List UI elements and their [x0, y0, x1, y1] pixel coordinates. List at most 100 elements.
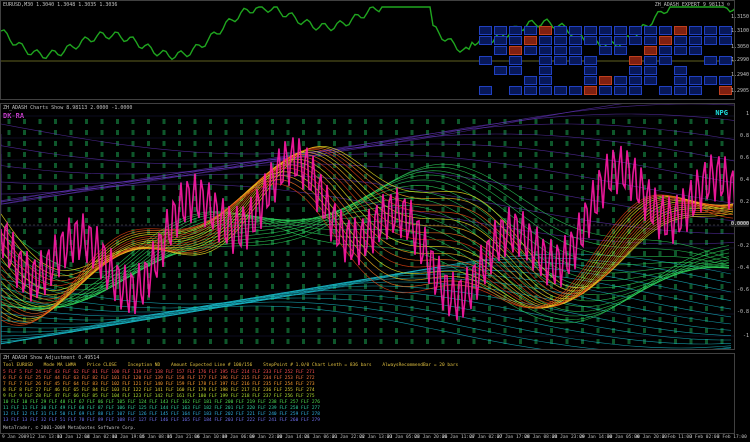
signal-cell [689, 46, 702, 55]
price-axis-label: 1.3050 [731, 44, 749, 50]
signal-cell [644, 26, 657, 35]
table-row: 12 FLF 12 FLF 31 FLF 50 FLF 69 FLF 88 FL… [3, 412, 320, 417]
signal-cell [524, 26, 537, 35]
signal-cell [569, 86, 582, 95]
signal-cell [569, 36, 582, 45]
signal-cell [599, 36, 612, 45]
signal-cell [599, 46, 612, 55]
header-tool: Tool EURUSD [3, 363, 33, 368]
signal-cell [644, 66, 657, 75]
signal-cell [629, 26, 642, 35]
signal-cell [644, 56, 657, 65]
indicator-pane[interactable]: ZH_ADASH Charts Show 8.98113 2.0000 -1.0… [0, 103, 735, 350]
indicator-axis-label: -1 [743, 333, 749, 339]
signal-cell [524, 46, 537, 55]
header-recommend: AlwaysRecommendBar = 20 bars [382, 363, 458, 368]
signal-cell [539, 76, 552, 85]
purple-wave [1, 144, 735, 201]
header-steppoint: StepPoint # 1.0/0 Chart Lenth = 836 bars [263, 363, 371, 368]
indicator-axis-label: 0.6 [740, 155, 749, 161]
signal-cell [614, 46, 627, 55]
signal-cell [659, 36, 672, 45]
signal-cell [479, 86, 492, 95]
signal-cell [509, 26, 522, 35]
adjustment-title: ZH_ADASH Show Adjustment 0.49514 [3, 355, 99, 361]
time-axis-label: 3 Feb 17:00 [717, 435, 747, 440]
expert-signal-grid [479, 26, 735, 100]
indicator-axis-label: 0.4 [740, 177, 749, 183]
signal-cell [614, 36, 627, 45]
price-chart-pane[interactable]: EURUSD,M30 1.3040 1.3048 1.3035 1.3036 Z… [0, 0, 735, 100]
signal-cell [524, 76, 537, 85]
header-price: Price CLOSE [87, 363, 117, 368]
signal-cell [509, 66, 522, 75]
signal-cell [539, 46, 552, 55]
signal-cell [494, 26, 507, 35]
signal-cell [554, 86, 567, 95]
signal-cell [659, 46, 672, 55]
signal-cell [674, 36, 687, 45]
signal-cell [704, 76, 717, 85]
signal-cell [689, 86, 702, 95]
time-axis-label: 9 Jan 2009 [2, 435, 29, 440]
signal-cell [539, 66, 552, 75]
table-row: 7 FLF 7 FLF 26 FLF 45 FLF 64 FLF 83 FLF … [3, 382, 315, 387]
signal-cell [509, 56, 522, 65]
signal-cell [584, 76, 597, 85]
signal-cell [614, 86, 627, 95]
signal-cell [614, 26, 627, 35]
signal-cell [479, 26, 492, 35]
signal-cell [509, 86, 522, 95]
table-row: 5 FLF 5 FLF 24 FLF 43 FLF 62 FLF 81 FLF … [3, 370, 315, 375]
signal-cell [674, 26, 687, 35]
copyright-footer: MetaTrader, © 2001-2009 MetaQuotes Softw… [3, 426, 136, 431]
table-row: 9 FLF 9 FLF 28 FLF 47 FLF 66 FLF 85 FLF … [3, 394, 315, 399]
table-row: 13 FLF 13 FLF 32 FLF 51 FLF 70 FLF 89 FL… [3, 418, 320, 423]
indicator-axis-label: -0.6 [737, 287, 749, 293]
signal-cell [584, 26, 597, 35]
indicator-waves [1, 104, 735, 350]
signal-cell [569, 26, 582, 35]
signal-cell [584, 66, 597, 75]
signal-cell [524, 36, 537, 45]
signal-cell [644, 46, 657, 55]
price-axis-label: 1.3100 [731, 28, 749, 34]
signal-cell [494, 66, 507, 75]
table-row: 10 FLF 10 FLF 29 FLF 48 FLF 67 FLF 86 FL… [3, 400, 320, 405]
signal-cell [659, 86, 672, 95]
signal-cell [584, 36, 597, 45]
purple-wave [1, 104, 735, 164]
signal-cell [494, 46, 507, 55]
signal-cell [659, 56, 672, 65]
price-axis-label: 1.2940 [731, 72, 749, 78]
signal-cell [539, 36, 552, 45]
signal-cell [554, 46, 567, 55]
signal-cell [659, 26, 672, 35]
signal-cell [599, 76, 612, 85]
signal-cell [674, 46, 687, 55]
time-axis-label: 2 Feb 11:00 [662, 435, 692, 440]
signal-cell [479, 56, 492, 65]
signal-cell [674, 86, 687, 95]
price-axis-label: 1.3150 [731, 14, 749, 20]
signal-cell [674, 76, 687, 85]
signal-cell [689, 36, 702, 45]
header-mode: Mode MA LWMA [44, 363, 77, 368]
price-axis-label: 1.2905 [731, 88, 749, 94]
signal-cell [614, 76, 627, 85]
indicator-axis: 1 0.8 0.6 0.4 0.2 0.0000 -0.2 -0.4 -0.6 … [735, 103, 750, 350]
adjustment-pane[interactable]: ZH_ADASH Show Adjustment 0.49514 Tool EU… [0, 353, 735, 434]
signal-cell [689, 26, 702, 35]
indicator-axis-label: -0.8 [737, 309, 749, 315]
table-row: 11 FLF 11 FLF 30 FLF 49 FLF 68 FLF 87 FL… [3, 406, 320, 411]
header-amount: Amount Expected Line # 100/156 [171, 363, 252, 368]
signal-cell [704, 36, 717, 45]
signal-cell [554, 56, 567, 65]
signal-cell [539, 56, 552, 65]
adjustment-header: Tool EURUSD Mode MA LWMA Price CLOSE Inc… [3, 363, 458, 368]
signal-cell [569, 56, 582, 65]
signal-cell [539, 86, 552, 95]
time-axis-label: 3 Feb 02:00 [690, 435, 720, 440]
signal-cell [629, 56, 642, 65]
price-axis: 1.3150 1.3100 1.3050 1.2990 1.2940 1.290… [735, 0, 750, 100]
